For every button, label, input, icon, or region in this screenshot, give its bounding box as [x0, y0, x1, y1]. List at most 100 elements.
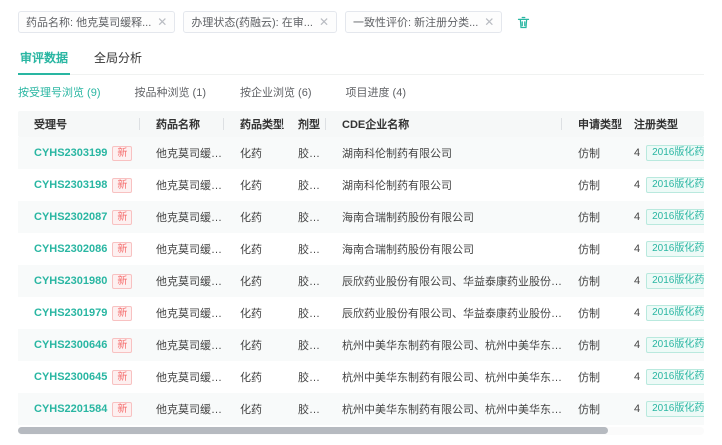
- reg-number: 4: [634, 275, 640, 287]
- drug-type: 化药: [224, 241, 282, 257]
- filter-tag: 一致性评价: 新注册分类... ✕: [345, 11, 502, 33]
- new-badge: 新: [112, 146, 132, 161]
- filter-tag-label: 办理状态(药融云): 在审...: [191, 14, 313, 30]
- reg-type-badge: 2016版化药: [646, 209, 704, 225]
- reg-type-badge: 2016版化药: [646, 273, 704, 289]
- table-row[interactable]: CYHS2300645 新 他克莫司缓释胶囊 化药 胶囊剂 杭州中美华东制药有限…: [18, 361, 704, 393]
- subtab[interactable]: 按品种浏览 (1): [135, 84, 207, 100]
- apply-type: 仿制: [562, 337, 618, 353]
- reg-type-badge: 2016版化药: [646, 305, 704, 321]
- close-icon[interactable]: ✕: [157, 16, 167, 28]
- acceptance-number-link[interactable]: CYHS2303198: [34, 179, 107, 191]
- acceptance-number-link[interactable]: CYHS2302087: [34, 211, 107, 223]
- tab[interactable]: 全局分析: [92, 46, 144, 74]
- results-table: 受理号药品名称药品类型剂型CDE企业名称申请类型注册类型 CYHS2303199…: [18, 111, 704, 435]
- dosage-form: 胶囊剂: [282, 241, 326, 257]
- reg-number: 4: [634, 243, 640, 255]
- table-row[interactable]: CYHS2300646 新 他克莫司缓释胶囊 化药 胶囊剂 杭州中美华东制药有限…: [18, 329, 704, 361]
- new-badge: 新: [112, 210, 132, 225]
- table-row[interactable]: CYHS2201584 新 他克莫司缓释胶囊 化药 胶囊剂 杭州中美华东制药有限…: [18, 393, 704, 425]
- trash-icon[interactable]: [516, 15, 531, 30]
- apply-type: 仿制: [562, 369, 618, 385]
- column-header: 药品类型: [224, 111, 282, 137]
- tab-bar: 审评数据全局分析: [18, 46, 704, 75]
- subtab[interactable]: 按企业浏览 (6): [240, 84, 312, 100]
- company-name: 杭州中美华东制药有限公司、杭州中美华东制药江东有限公司: [326, 369, 562, 385]
- acceptance-number-link[interactable]: CYHS2301980: [34, 275, 107, 287]
- drug-name: 他克莫司缓释胶囊: [140, 241, 224, 257]
- acceptance-number-link[interactable]: CYHS2302086: [34, 243, 107, 255]
- new-badge: 新: [112, 178, 132, 193]
- new-badge: 新: [112, 370, 132, 385]
- table-row[interactable]: CYHS2303199 新 他克莫司缓释胶囊 化药 胶囊剂 湖南科伦制药有限公司…: [18, 137, 704, 169]
- close-icon[interactable]: ✕: [484, 16, 494, 28]
- reg-number: 4: [634, 211, 640, 223]
- reg-number: 4: [634, 339, 640, 351]
- column-header: 药品名称: [140, 111, 224, 137]
- column-header: 注册类型: [618, 111, 704, 137]
- drug-name: 他克莫司缓释胶囊: [140, 369, 224, 385]
- table-row[interactable]: CYHS2301980 新 他克莫司缓释胶囊 化药 胶囊剂 辰欣药业股份有限公司…: [18, 265, 704, 297]
- subtab-bar: 按受理号浏览 (9) 按品种浏览 (1) 按企业浏览 (6) 项目进度 (4): [18, 84, 704, 100]
- drug-type: 化药: [224, 209, 282, 225]
- drug-type: 化药: [224, 145, 282, 161]
- close-icon[interactable]: ✕: [319, 16, 329, 28]
- company-name: 海南合瑞制药股份有限公司: [326, 241, 562, 257]
- drug-type: 化药: [224, 401, 282, 417]
- reg-type-badge: 2016版化药: [646, 177, 704, 193]
- apply-type: 仿制: [562, 401, 618, 417]
- horizontal-scrollbar-thumb[interactable]: [18, 427, 608, 434]
- apply-type: 仿制: [562, 209, 618, 225]
- drug-name: 他克莫司缓释胶囊: [140, 177, 224, 193]
- filter-bar: 药品名称: 他克莫司缓释... ✕ 办理状态(药融云): 在审... ✕ 一致性…: [18, 11, 704, 33]
- apply-type: 仿制: [562, 305, 618, 321]
- dosage-form: 胶囊剂: [282, 337, 326, 353]
- table-row[interactable]: CYHS2301979 新 他克莫司缓释胶囊 化药 胶囊剂 辰欣药业股份有限公司…: [18, 297, 704, 329]
- dosage-form: 胶囊剂: [282, 401, 326, 417]
- drug-name: 他克莫司缓释胶囊: [140, 337, 224, 353]
- new-badge: 新: [112, 402, 132, 417]
- column-header: CDE企业名称: [326, 111, 562, 137]
- drug-type: 化药: [224, 369, 282, 385]
- drug-name: 他克莫司缓释胶囊: [140, 401, 224, 417]
- reg-number: 4: [634, 371, 640, 383]
- reg-type-badge: 2016版化药: [646, 337, 704, 353]
- filter-tag-label: 一致性评价: 新注册分类...: [353, 14, 478, 30]
- reg-number: 4: [634, 147, 640, 159]
- reg-type-badge: 2016版化药: [646, 241, 704, 257]
- acceptance-number-link[interactable]: CYHS2300645: [34, 371, 107, 383]
- drug-type: 化药: [224, 177, 282, 193]
- company-name: 杭州中美华东制药有限公司、杭州中美华东制药江东有限公司: [326, 337, 562, 353]
- reg-number: 4: [634, 307, 640, 319]
- company-name: 湖南科伦制药有限公司: [326, 177, 562, 193]
- company-name: 杭州中美华东制药有限公司、杭州中美华东制药江东有限公司: [326, 401, 562, 417]
- dosage-form: 胶囊剂: [282, 273, 326, 289]
- acceptance-number-link[interactable]: CYHS2300646: [34, 339, 107, 351]
- acceptance-number-link[interactable]: CYHS2201584: [34, 403, 107, 415]
- reg-number: 4: [634, 179, 640, 191]
- apply-type: 仿制: [562, 177, 618, 193]
- drug-type: 化药: [224, 273, 282, 289]
- table-row[interactable]: CYHS2302086 新 他克莫司缓释胶囊 化药 胶囊剂 海南合瑞制药股份有限…: [18, 233, 704, 265]
- dosage-form: 胶囊剂: [282, 209, 326, 225]
- column-header: 受理号: [18, 111, 140, 137]
- dosage-form: 胶囊剂: [282, 369, 326, 385]
- table-row[interactable]: CYHS2302087 新 他克莫司缓释胶囊 化药 胶囊剂 海南合瑞制药股份有限…: [18, 201, 704, 233]
- subtab[interactable]: 按受理号浏览 (9): [18, 84, 101, 100]
- drug-type: 化药: [224, 305, 282, 321]
- acceptance-number-link[interactable]: CYHS2301979: [34, 307, 107, 319]
- table-body: CYHS2303199 新 他克莫司缓释胶囊 化药 胶囊剂 湖南科伦制药有限公司…: [18, 137, 704, 425]
- acceptance-number-link[interactable]: CYHS2303199: [34, 147, 107, 159]
- filter-tag: 办理状态(药融云): 在审... ✕: [183, 11, 337, 33]
- dosage-form: 胶囊剂: [282, 305, 326, 321]
- subtab[interactable]: 项目进度 (4): [346, 84, 407, 100]
- apply-type: 仿制: [562, 145, 618, 161]
- reg-type-badge: 2016版化药: [646, 369, 704, 385]
- horizontal-scrollbar-track[interactable]: [18, 427, 704, 435]
- tab[interactable]: 审评数据: [18, 46, 70, 74]
- drug-name: 他克莫司缓释胶囊: [140, 273, 224, 289]
- table-row[interactable]: CYHS2303198 新 他克莫司缓释胶囊 化药 胶囊剂 湖南科伦制药有限公司…: [18, 169, 704, 201]
- reg-type-badge: 2016版化药: [646, 401, 704, 417]
- reg-number: 4: [634, 403, 640, 415]
- drug-name: 他克莫司缓释胶囊: [140, 305, 224, 321]
